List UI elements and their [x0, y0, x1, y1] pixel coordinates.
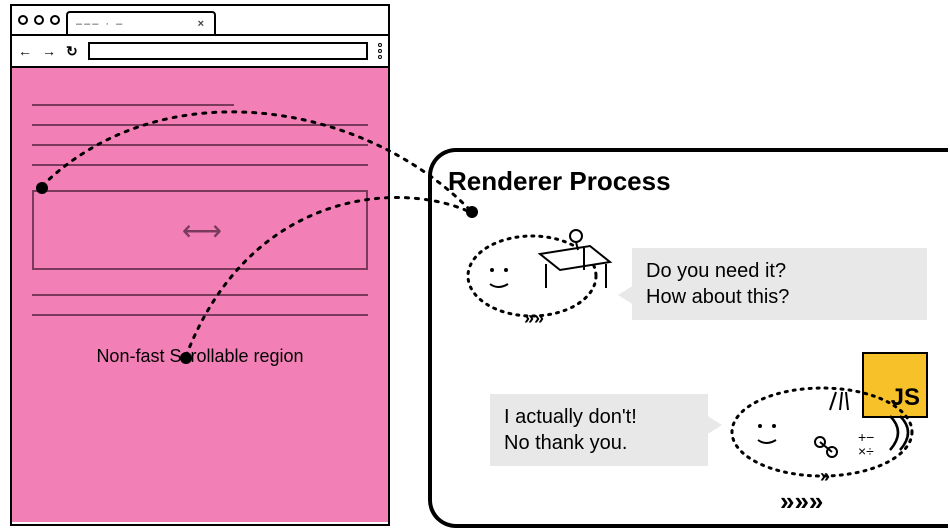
text-line: [32, 104, 234, 106]
non-fast-scrollable-region: ⟷: [32, 190, 368, 270]
bubble-line: I actually don't!: [504, 404, 694, 430]
url-bar: [88, 42, 368, 60]
text-line: [32, 294, 368, 296]
region-caption: Non-fast Scrollable region: [32, 346, 368, 367]
connection-dot-icon: [36, 182, 48, 194]
text-line: [32, 314, 368, 316]
svg-text:»»: »»: [524, 308, 544, 328]
forward-arrow-icon: →: [42, 43, 56, 59]
text-line: [32, 144, 368, 146]
kebab-menu-icon: [378, 43, 382, 59]
traffic-light-icon: [34, 15, 44, 25]
double-arrow-icon: ⟷: [182, 214, 218, 247]
browser-toolbar: ← → ↻: [12, 36, 388, 68]
traffic-light-icon: [18, 15, 28, 25]
back-arrow-icon: ←: [18, 43, 32, 59]
main-thread-doodle: »»: [460, 214, 640, 334]
text-line: [32, 124, 368, 126]
text-line: [32, 164, 368, 166]
page-viewport: ⟷ Non-fast Scrollable region: [12, 68, 388, 522]
bubble-line: Do you need it?: [646, 258, 913, 284]
close-icon: ×: [198, 18, 206, 30]
browser-window: ––– · – × ← → ↻ ⟷ Non-fast Scrollable re…: [10, 4, 390, 526]
speech-bubble-main-thread: Do you need it? How about this?: [632, 248, 927, 320]
js-thread-doodle: +− ×÷ » »»»: [720, 370, 950, 520]
browser-tab: ––– · – ×: [66, 11, 216, 35]
svg-text:×÷: ×÷: [858, 443, 874, 459]
tab-label: ––– · –: [76, 18, 124, 30]
speech-bubble-js-thread: I actually don't! No thank you.: [490, 394, 708, 466]
renderer-process-title: Renderer Process: [448, 166, 671, 197]
svg-text:»: »: [820, 466, 830, 486]
bubble-line: How about this?: [646, 284, 913, 310]
bubble-line: No thank you.: [504, 430, 694, 456]
reload-icon: ↻: [66, 43, 78, 60]
traffic-light-icon: [50, 15, 60, 25]
window-titlebar: ––– · – ×: [12, 6, 388, 36]
connection-dot-icon: [180, 352, 192, 364]
svg-text:»»»: »»»: [780, 486, 823, 516]
